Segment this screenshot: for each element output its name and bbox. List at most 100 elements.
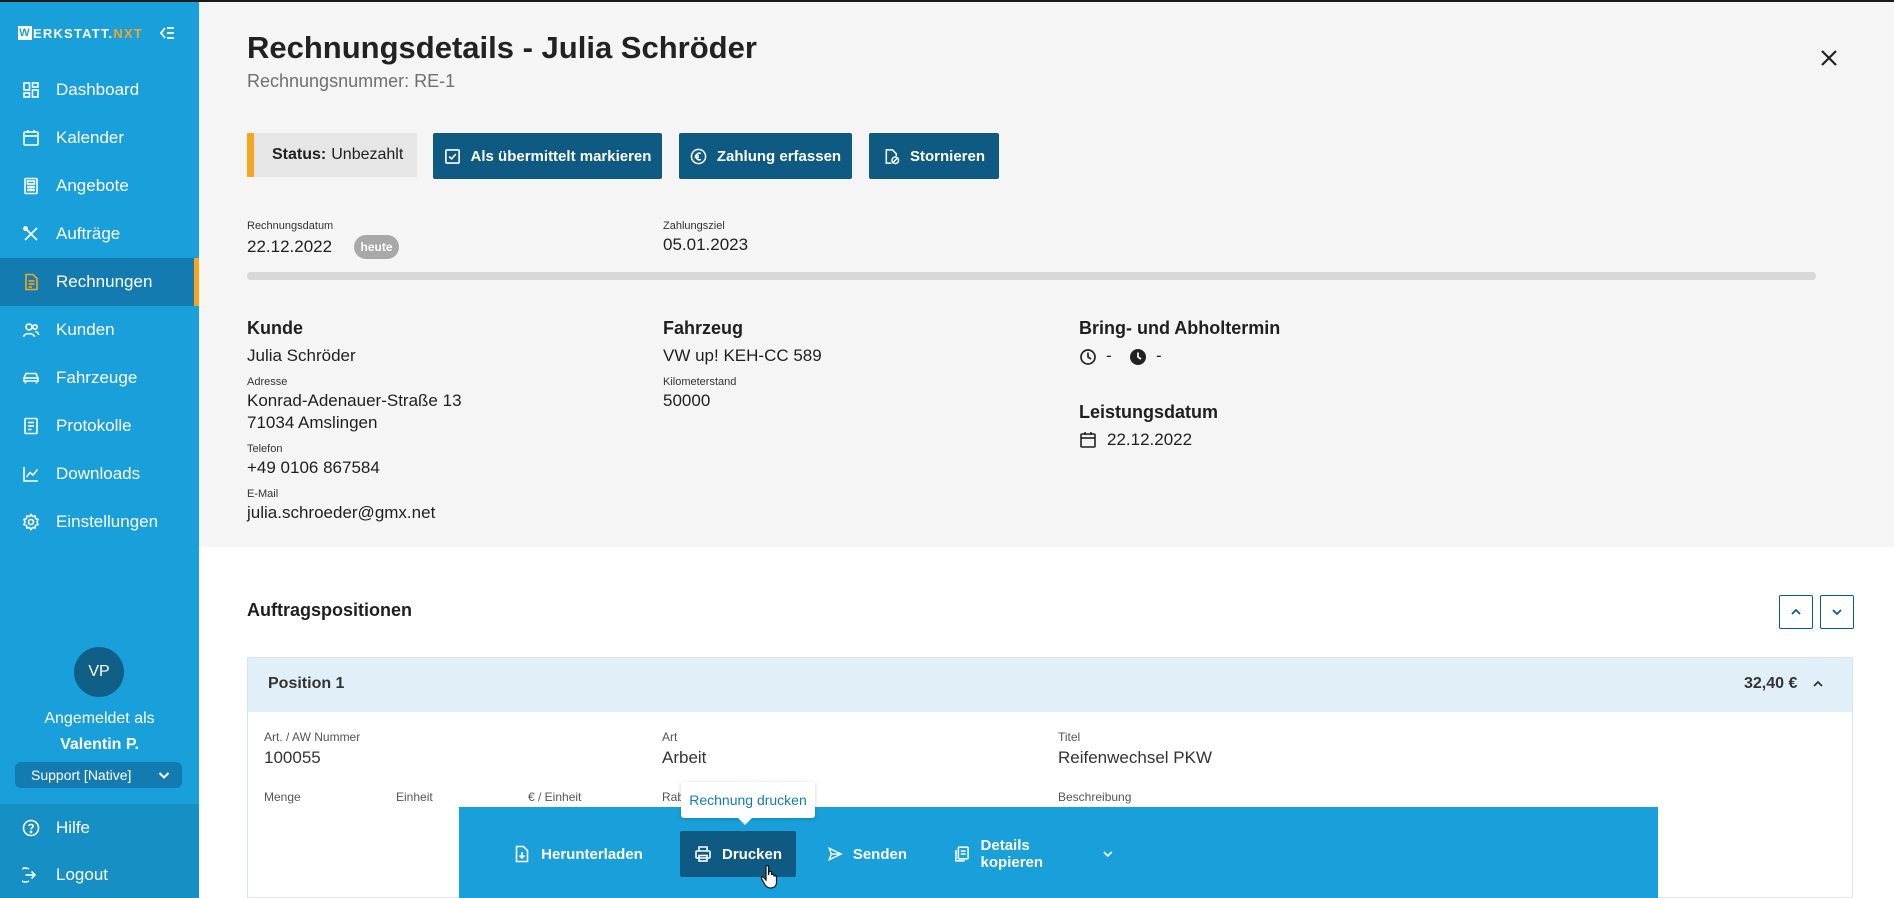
chevron-up-icon (1791, 608, 1801, 615)
bottom-action-bar: Herunterladen Drucken Senden Details kop… (459, 807, 1658, 898)
document-cancel-icon (885, 148, 900, 164)
customer-street: Konrad-Adenauer-Straße 13 (247, 391, 462, 410)
sidebar-item-label: Angebote (56, 176, 129, 195)
send-label: Senden (852, 845, 907, 863)
sidebar-item-label: Aufträge (56, 224, 121, 243)
logo-letter: W (18, 26, 32, 40)
sidebar-item-label: Rechnungen (56, 272, 153, 291)
sidebar-item-hilfe[interactable]: Hilfe (0, 804, 199, 851)
bring-time: - (1106, 346, 1112, 365)
print-label: Drucken (721, 845, 783, 863)
unit-price-label: € / Einheit (528, 790, 582, 804)
sidebar-item-downloads[interactable]: Downloads (0, 450, 199, 498)
top-border (0, 0, 1894, 2)
type-value: Arbeit (662, 748, 707, 767)
invoice-date-label: Rechnungsdatum (247, 220, 334, 232)
sidebar-item-label: Protokolle (56, 416, 132, 435)
service-date-heading: Leistungsdatum (1079, 402, 1219, 422)
status-badge: Status: Unbezahlt (247, 133, 417, 177)
download-icon (515, 845, 529, 863)
art-no-label: Art. / AW Nummer (264, 730, 361, 744)
sidebar-item-label: Logout (56, 864, 108, 884)
description-label: Beschreibung (1058, 790, 1132, 804)
euro-icon (690, 148, 707, 164)
sidebar-item-kunden[interactable]: Kunden (0, 306, 199, 354)
role-select[interactable]: Support [Native] (15, 762, 182, 788)
sidebar-item-fahrzeuge[interactable]: Fahrzeuge (0, 354, 199, 402)
download-button[interactable]: Herunterladen (513, 831, 643, 877)
download-label: Herunterladen (541, 845, 643, 863)
sidebar-item-label: Fahrzeuge (56, 368, 138, 387)
sidebar-item-rechnungen[interactable]: Rechnungen (0, 258, 199, 306)
chevron-up-icon[interactable] (1811, 677, 1825, 691)
sidebar-item-auftraege[interactable]: Aufträge (0, 210, 199, 258)
position-name: Position 1 (268, 675, 345, 692)
expand-all-button[interactable] (1779, 595, 1813, 629)
avatar[interactable]: VP (74, 647, 124, 697)
payment-term-progress-fill (247, 272, 1816, 280)
user-name: Valentin P. (60, 736, 139, 753)
sidebar: W ERKSTATT. NXT Dashboard Kalender Angeb… (0, 0, 199, 898)
app-logo[interactable]: W ERKSTATT. NXT (18, 24, 143, 42)
customer-phone: +49 0106 867584 (247, 458, 380, 477)
customer-name: Julia Schröder (247, 346, 356, 365)
logout-icon (22, 866, 37, 883)
pickup-time: - (1156, 346, 1162, 365)
cancel-invoice-label: Stornieren (909, 147, 985, 165)
main-nav: Dashboard Kalender Angebote Aufträge Rec… (0, 66, 199, 546)
sidebar-item-protokolle[interactable]: Protokolle (0, 402, 199, 450)
email-label: E-Mail (247, 488, 279, 500)
position-header[interactable]: Position 1 32,40 € (248, 658, 1852, 712)
customer-heading: Kunde (247, 318, 303, 338)
copy-icon (955, 846, 969, 862)
sidebar-item-label: Hilfe (56, 817, 91, 837)
collapse-sidebar-icon[interactable] (158, 24, 176, 42)
due-date-label: Zahlungsziel (663, 220, 725, 232)
mileage-label: Kilometerstand (663, 376, 737, 388)
positions-heading: Auftragspositionen (247, 600, 412, 620)
phone-label: Telefon (247, 443, 283, 455)
quantity-label: Menge (264, 790, 301, 804)
sidebar-item-angebote[interactable]: Angebote (0, 162, 199, 210)
sidebar-item-label: Kalender (56, 128, 125, 147)
chevron-down-icon (158, 772, 170, 779)
cancel-invoice-button[interactable]: Stornieren (869, 133, 999, 179)
status-value: Unbezahlt (331, 146, 404, 163)
logo-accent: NXT (113, 25, 143, 41)
chevron-down-icon (1832, 609, 1842, 616)
copy-details-button[interactable]: Details kopieren (953, 831, 1115, 877)
sidebar-item-label: Downloads (56, 464, 141, 483)
clock-filled-icon (1130, 349, 1146, 365)
position-price: 32,40 € (1744, 675, 1798, 692)
printer-icon (695, 846, 711, 862)
users-icon (22, 323, 40, 338)
unit-label: Einheit (396, 790, 433, 804)
calendar-icon (23, 130, 39, 146)
collapse-all-button[interactable] (1820, 595, 1854, 629)
sidebar-item-dashboard[interactable]: Dashboard (0, 66, 199, 114)
record-payment-button[interactable]: Zahlung erfassen (679, 133, 852, 179)
invoice-date: 22.12.2022 (247, 237, 333, 256)
title-value: Reifenwechsel PKW (1058, 748, 1213, 767)
sidebar-item-label: Dashboard (56, 80, 140, 99)
customer-email: julia.schroeder@gmx.net (247, 503, 436, 522)
sidebar-item-kalender[interactable]: Kalender (0, 114, 199, 162)
chart-line-icon (23, 467, 39, 482)
close-icon[interactable] (1820, 49, 1838, 67)
payment-term-progress (247, 272, 1816, 280)
checkbox-icon (444, 148, 460, 164)
sidebar-bottom-nav: Hilfe Logout (0, 804, 199, 898)
invoice-icon (25, 273, 38, 291)
send-button[interactable]: Senden (827, 831, 907, 877)
calendar-icon (1080, 432, 1096, 448)
type-label: Art (662, 730, 678, 744)
sidebar-item-einstellungen[interactable]: Einstellungen (0, 498, 199, 546)
mark-sent-button[interactable]: Als übermittelt markieren (433, 133, 662, 179)
record-payment-label: Zahlung erfassen (716, 147, 842, 165)
appointment-heading: Bring- und Abholtermin (1079, 318, 1281, 338)
status-label: Status: (272, 146, 327, 163)
protocol-icon (24, 417, 38, 435)
sidebar-item-logout[interactable]: Logout (0, 851, 199, 898)
address-label: Adresse (247, 376, 288, 388)
car-icon (23, 372, 39, 384)
